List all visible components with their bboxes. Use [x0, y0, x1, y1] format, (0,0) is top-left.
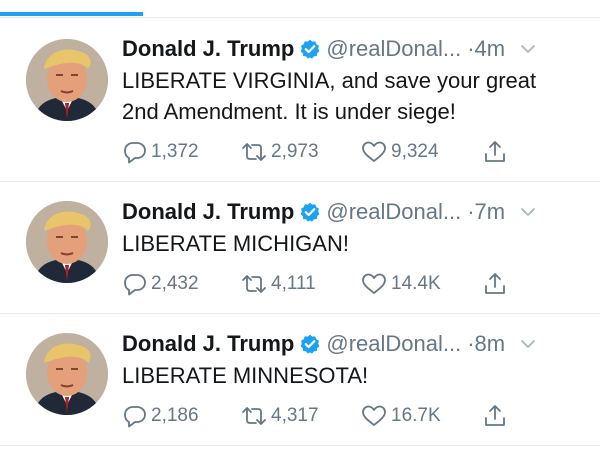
chevron-down-icon[interactable]: [519, 203, 537, 221]
user-handle[interactable]: @realDonal...: [326, 199, 461, 225]
tweet-text: LIBERATE MICHIGAN!: [122, 228, 576, 259]
verified-badge-icon: [300, 39, 320, 59]
tweet[interactable]: Donald J. Trump @realDonal... ·8m LIBERA…: [0, 314, 600, 446]
tweet[interactable]: Donald J. Trump @realDonal... ·7m LIBERA…: [0, 182, 600, 314]
user-handle[interactable]: @realDonal...: [326, 331, 461, 357]
like-count: 14.4K: [391, 273, 441, 294]
avatar[interactable]: [26, 39, 108, 121]
tweet-text: LIBERATE MINNESOTA!: [122, 360, 576, 391]
like-button[interactable]: 14.4K: [360, 270, 441, 298]
tweet[interactable]: Donald J. Trump @realDonal... ·4m LIBERA…: [0, 18, 600, 182]
avatar-portrait-icon: [26, 201, 108, 283]
display-name[interactable]: Donald J. Trump: [122, 199, 294, 225]
reply-button[interactable]: 2,186: [122, 402, 199, 430]
share-icon: [485, 273, 505, 294]
reply-icon: [124, 274, 146, 296]
tweet-header: Donald J. Trump @realDonal... ·4m: [122, 34, 580, 64]
like-count: 9,324: [391, 141, 439, 162]
reply-icon: [124, 142, 146, 164]
tweet-text-line: LIBERATE MICHIGAN!: [122, 231, 349, 256]
retweet-button[interactable]: 4,317: [240, 402, 319, 430]
timestamp[interactable]: ·8m: [467, 331, 505, 357]
share-button[interactable]: [482, 270, 511, 298]
display-name[interactable]: Donald J. Trump: [122, 331, 294, 357]
retweet-icon: [242, 143, 266, 161]
retweet-count: 4,317: [271, 405, 319, 426]
tweet-text-line: LIBERATE MINNESOTA!: [122, 363, 369, 388]
heart-icon: [362, 273, 386, 294]
avatar[interactable]: [26, 201, 108, 283]
user-handle[interactable]: @realDonal...: [326, 36, 461, 62]
timestamp[interactable]: ·7m: [467, 199, 505, 225]
chevron-down-icon[interactable]: [519, 40, 537, 58]
retweet-button[interactable]: 4,111: [240, 270, 316, 298]
avatar[interactable]: [26, 333, 108, 415]
share-icon: [485, 405, 505, 426]
retweet-count: 2,973: [271, 141, 319, 162]
tweet-text-line: LIBERATE VIRGINIA, and save your great: [122, 68, 537, 93]
reply-button[interactable]: 1,372: [122, 138, 199, 166]
retweet-button[interactable]: 2,973: [240, 138, 319, 166]
share-icon: [485, 141, 505, 162]
reply-count: 2,432: [151, 273, 199, 294]
tweet-header: Donald J. Trump @realDonal... ·8m: [122, 329, 580, 359]
reply-count: 2,186: [151, 405, 199, 426]
tweet-text: LIBERATE VIRGINIA, and save your great 2…: [122, 65, 576, 127]
share-button[interactable]: [482, 138, 511, 166]
retweet-count: 4,111: [271, 273, 316, 294]
reply-button[interactable]: 2,432: [122, 270, 199, 298]
like-button[interactable]: 16.7K: [360, 402, 441, 430]
avatar-portrait-icon: [26, 333, 108, 415]
share-button[interactable]: [482, 402, 511, 430]
like-button[interactable]: 9,324: [360, 138, 439, 166]
retweet-icon: [242, 275, 266, 293]
reply-count: 1,372: [151, 141, 199, 162]
chevron-down-icon[interactable]: [519, 335, 537, 353]
avatar-portrait-icon: [26, 39, 108, 121]
heart-icon: [362, 141, 386, 162]
timestamp[interactable]: ·4m: [467, 36, 505, 62]
retweet-icon: [242, 407, 266, 425]
tweet-text-line: 2nd Amendment. It is under siege!: [122, 99, 456, 124]
heart-icon: [362, 405, 386, 426]
like-count: 16.7K: [391, 405, 441, 426]
verified-badge-icon: [300, 202, 320, 222]
display-name[interactable]: Donald J. Trump: [122, 36, 294, 62]
active-tab-indicator: [0, 12, 143, 16]
verified-badge-icon: [300, 334, 320, 354]
reply-icon: [124, 406, 146, 428]
tweet-header: Donald J. Trump @realDonal... ·7m: [122, 197, 580, 227]
